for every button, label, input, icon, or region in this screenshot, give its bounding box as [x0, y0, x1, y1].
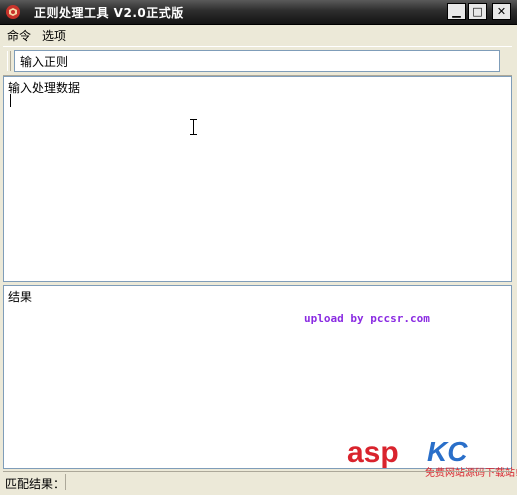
- close-button[interactable]: ✕: [492, 3, 511, 20]
- watermark-brand-a: asp: [347, 436, 399, 469]
- title-bar[interactable]: 正则处理工具 V2.0正式版 ▁ □ ✕: [0, 0, 517, 25]
- upload-watermark-text: upload by pccsr.com: [304, 312, 430, 325]
- toolbar-grip[interactable]: [7, 51, 11, 71]
- menu-options[interactable]: 选项: [38, 27, 70, 44]
- window-controls: ▁ □ ✕: [447, 3, 511, 20]
- site-watermark-logo: asp KC 免费网站源码下载站!: [347, 436, 517, 479]
- data-input-area[interactable]: 输入处理数据: [3, 76, 512, 282]
- text-caret: [10, 94, 11, 107]
- close-icon: ✕: [496, 5, 507, 18]
- menu-bar: 命令 选项: [0, 25, 517, 45]
- window-title: 正则处理工具 V2.0正式版: [34, 6, 184, 20]
- app-window: 正则处理工具 V2.0正式版 ▁ □ ✕ 命令 选项 输入处理数据 结果 upl: [0, 0, 517, 495]
- result-text: 结果: [8, 290, 33, 304]
- result-area[interactable]: 结果 upload by pccsr.com asp KC 免费网站源码下载站!: [3, 285, 517, 479]
- app-logo-icon: [6, 5, 20, 19]
- maximize-icon: □: [472, 5, 483, 18]
- minimize-icon: ▁: [452, 5, 461, 18]
- ibeam-cursor-icon: [190, 119, 197, 135]
- menu-command[interactable]: 命令: [3, 27, 35, 44]
- regex-input[interactable]: [14, 50, 500, 72]
- status-separator: [65, 474, 66, 490]
- match-result-label: 匹配结果：: [5, 477, 66, 491]
- minimize-button[interactable]: ▁: [447, 3, 466, 20]
- data-input-text: 输入处理数据: [8, 81, 81, 95]
- status-bar: 匹配结果：: [3, 471, 512, 492]
- regex-toolbar: [3, 46, 512, 76]
- maximize-button[interactable]: □: [468, 3, 487, 20]
